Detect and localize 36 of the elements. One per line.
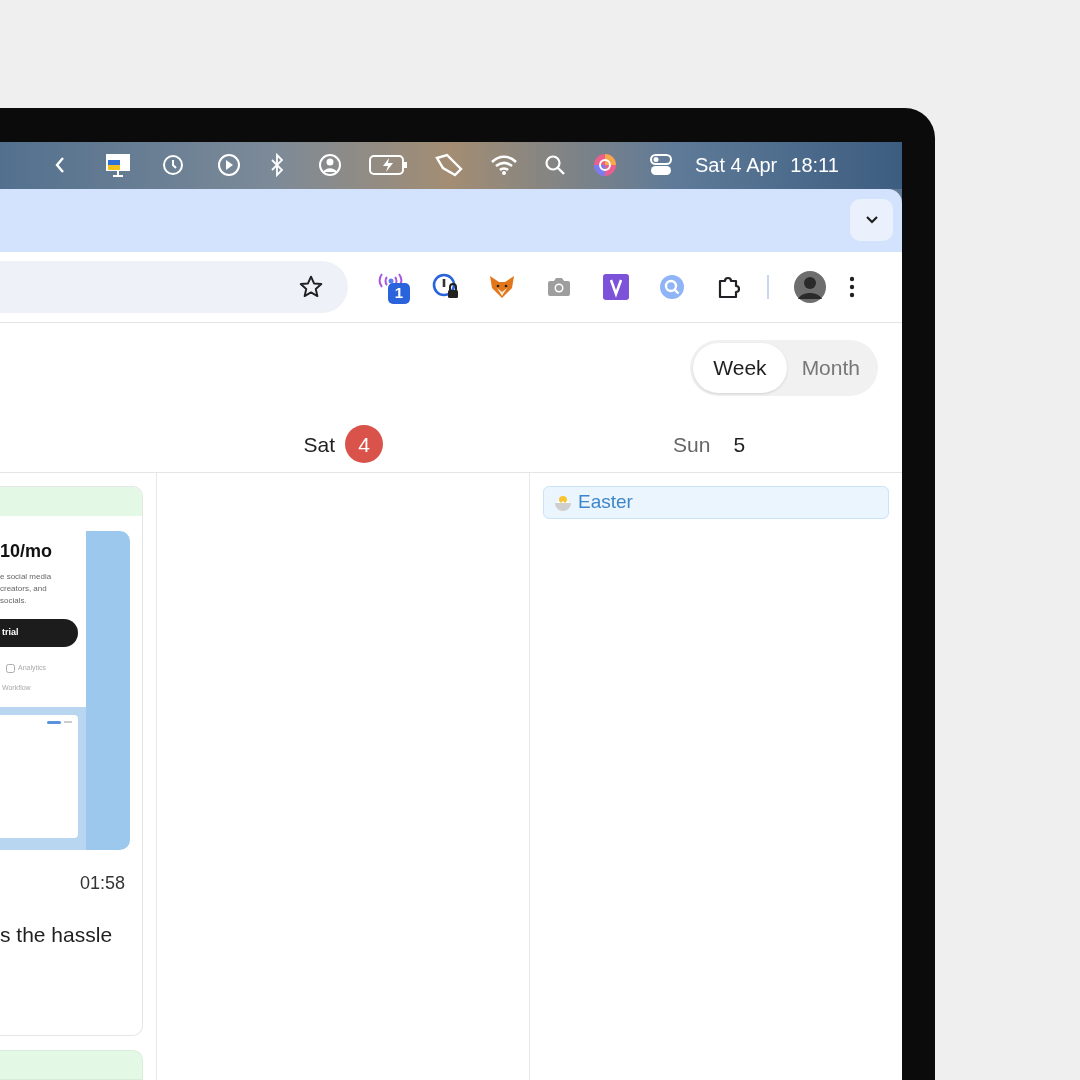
play-icon[interactable] <box>216 152 242 179</box>
menu-bar-date[interactable]: Sat 4 Apr <box>695 150 778 181</box>
description-line: socials. <box>0 595 28 607</box>
chevron-left-icon[interactable] <box>54 156 66 175</box>
bluetooth-icon[interactable] <box>269 152 285 179</box>
menu-bar-time[interactable]: 18:11 <box>790 150 839 181</box>
colorful-circle-icon[interactable] <box>592 152 618 179</box>
control-center-icon[interactable] <box>649 153 673 178</box>
magnifier-icon[interactable] <box>659 273 685 300</box>
v-logo-icon[interactable] <box>603 273 629 300</box>
price-heading: 10/mo <box>0 540 54 563</box>
weekday-label: Sat <box>303 431 335 458</box>
today-date-badge: 4 <box>345 425 383 464</box>
star-icon[interactable] <box>298 273 324 300</box>
search-icon[interactable] <box>544 154 566 177</box>
user-icon[interactable] <box>317 152 343 179</box>
battery-icon[interactable] <box>369 154 409 177</box>
post-caption: s the hassle <box>0 922 114 948</box>
more-icon[interactable] <box>849 274 855 299</box>
count-badge: 1 <box>388 282 410 304</box>
avatar-icon[interactable] <box>794 270 826 303</box>
view-tab[interactable]: Month <box>786 342 875 393</box>
weekday-label: Sun <box>673 431 711 458</box>
camera-icon[interactable] <box>546 275 572 298</box>
date-number: 5 <box>732 431 747 458</box>
video-duration: 01:58 <box>78 872 126 895</box>
chick-icon <box>554 493 572 512</box>
all-day-event[interactable]: Easter <box>543 486 889 519</box>
view-tab[interactable]: Week <box>693 342 787 393</box>
fox-icon[interactable] <box>488 273 516 300</box>
lock-clock-icon[interactable] <box>432 272 460 301</box>
description-line: e social media <box>0 571 53 583</box>
wifi-icon[interactable] <box>490 154 518 177</box>
chevron-down-icon <box>864 215 879 226</box>
description-line: creators, and <box>0 583 48 595</box>
trial-button: trial <box>0 619 78 647</box>
